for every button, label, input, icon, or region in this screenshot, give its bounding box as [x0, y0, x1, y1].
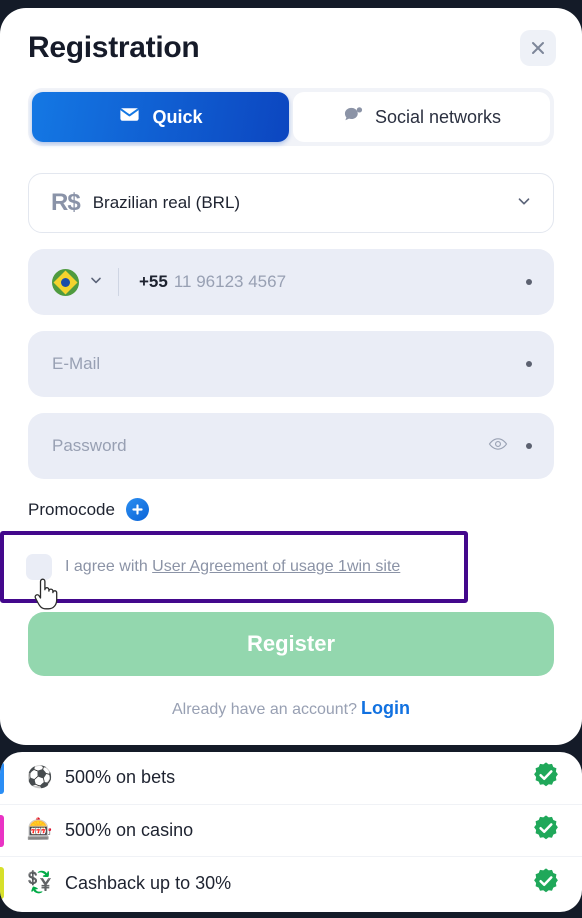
eye-icon[interactable]: [488, 434, 508, 459]
accent-bar: [0, 867, 4, 899]
phone-dial-code: +55: [139, 272, 168, 291]
email-field[interactable]: E-Mail: [28, 331, 554, 397]
country-chevron-down-icon[interactable]: [88, 272, 104, 293]
password-field[interactable]: Password: [28, 413, 554, 479]
accent-bar: [0, 814, 4, 847]
brazil-flag-icon: [52, 268, 79, 296]
soccer-ball-icon: ⚽: [26, 765, 54, 789]
bonus-panel: ⚽ 500% on bets 🎰 500% on casino 💱 Cashba…: [0, 752, 582, 912]
bonus-label: 500% on bets: [65, 767, 176, 788]
close-icon: [529, 39, 547, 57]
page-title: Registration: [28, 31, 200, 64]
login-link[interactable]: Login: [361, 698, 410, 718]
slot-machine-icon: 🎰: [26, 818, 54, 842]
currency-name: Brazilian real (BRL): [92, 193, 241, 212]
promocode-row[interactable]: Promocode: [28, 498, 582, 521]
email-input[interactable]: E-Mail: [52, 354, 100, 374]
cashback-icon: 💱: [26, 871, 54, 895]
login-prompt-text: Already have an account?: [172, 701, 358, 718]
registration-method-tabs: Quick Social networks: [28, 88, 554, 146]
list-item: 💱 Cashback up to 30%: [0, 857, 582, 910]
phone-divider: [118, 268, 119, 296]
tab-social-networks[interactable]: Social networks: [293, 92, 550, 142]
registration-card: Registration Quick Social networks R$ Br…: [0, 8, 582, 745]
list-item: ⚽ 500% on bets: [0, 752, 582, 805]
close-button[interactable]: [520, 30, 556, 66]
tab-quick-label: Quick: [152, 106, 203, 127]
mouse-cursor-icon: [33, 577, 63, 620]
verified-check-icon: [532, 761, 560, 794]
agreement-highlight-box: I agree with User Agreement of usage 1wi…: [0, 531, 468, 603]
phone-field[interactable]: +55 11 96123 4567: [28, 249, 554, 315]
chevron-down-icon: [515, 192, 533, 215]
envelope-icon: [118, 103, 141, 131]
card-header: Registration: [0, 8, 582, 66]
password-required-dot: [526, 443, 532, 449]
agreement-text: I agree with User Agreement of usage 1wi…: [65, 558, 400, 576]
bonus-label: 500% on casino: [65, 819, 194, 840]
plus-icon[interactable]: [125, 498, 149, 521]
login-prompt: Already have an account? Login: [0, 698, 582, 719]
verified-check-icon: [532, 814, 560, 847]
currency-select[interactable]: R$ Brazilian real (BRL): [28, 173, 554, 233]
accent-bar: [0, 762, 4, 794]
password-input[interactable]: Password: [52, 436, 127, 456]
tab-social-networks-label: Social networks: [374, 106, 502, 127]
list-item: 🎰 500% on casino: [0, 805, 582, 857]
promocode-label: Promocode: [28, 499, 115, 519]
tab-quick[interactable]: Quick: [32, 92, 289, 142]
phone-input[interactable]: 11 96123 4567: [174, 272, 286, 292]
bonus-label: Cashback up to 30%: [65, 872, 232, 893]
user-agreement-link[interactable]: User Agreement of usage 1win site: [152, 558, 400, 575]
phone-required-dot: [526, 279, 532, 285]
currency-symbol: R$: [51, 189, 81, 216]
email-required-dot: [526, 361, 532, 367]
agreement-prefix: I agree with: [65, 558, 153, 575]
verified-check-icon: [532, 867, 560, 900]
chat-bubble-icon: [342, 104, 364, 131]
register-button[interactable]: Register: [28, 612, 554, 676]
